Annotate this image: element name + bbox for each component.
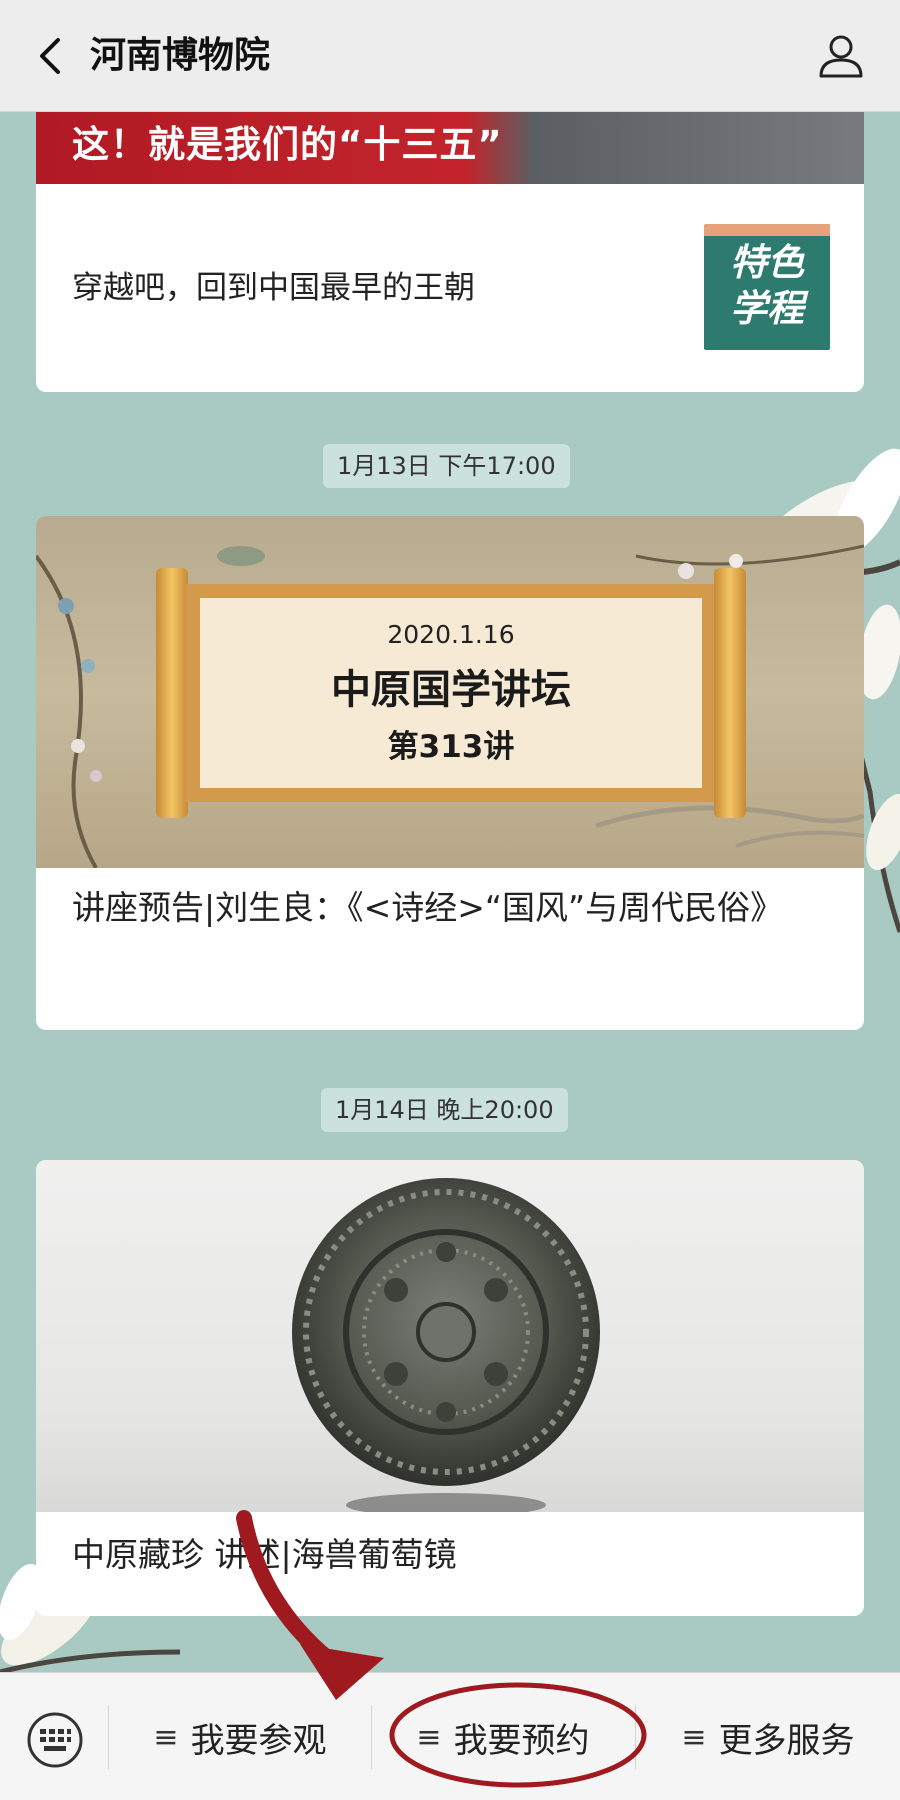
person-icon[interactable] bbox=[816, 30, 866, 80]
nav-bar: 河南博物院 bbox=[0, 0, 900, 112]
menu-label: 更多服务 bbox=[718, 1720, 855, 1761]
bronze-mirror-image[interactable] bbox=[36, 1160, 864, 1512]
page-title: 河南博物院 bbox=[90, 35, 271, 76]
message-feed[interactable]: 这！就是我们的“十三五” 穿越吧，回到中国最早的王朝 特色学程 1月13日 下午… bbox=[0, 112, 900, 1672]
article-list-item[interactable]: 穿越吧，回到中国最早的王朝 特色学程 bbox=[36, 184, 864, 392]
lecture-number: 第313讲 bbox=[387, 729, 515, 765]
article-title: 讲座预告|刘生良：《<诗经>“国风”与周代民俗》 bbox=[72, 888, 784, 927]
timestamp: 1月14日 晚上20:00 bbox=[321, 1088, 568, 1132]
article-thumbnail: 特色学程 bbox=[704, 224, 830, 350]
menu-label: 我要参观 bbox=[190, 1720, 327, 1761]
bronze-mirror-graphic bbox=[292, 1178, 600, 1512]
article-title: 中原藏珍 讲述|海兽葡萄镜 bbox=[72, 1535, 457, 1574]
scroll-graphic: 2020.1.16 中原国学讲坛 第313讲 bbox=[156, 568, 746, 818]
article-card-2[interactable]: 2020.1.16 中原国学讲坛 第313讲 讲座预告|刘生良：《<诗经>“国风… bbox=[36, 516, 864, 1030]
bottom-menu-bar: ≡ 我要参观 ≡ 我要预约 ≡ 更多服务 bbox=[0, 1672, 900, 1800]
article-banner-title: 这！就是我们的“十三五” bbox=[72, 123, 503, 166]
menu-list-icon: ≡ bbox=[681, 1719, 707, 1755]
menu-list-icon: ≡ bbox=[416, 1719, 442, 1755]
article-card-1[interactable]: 这！就是我们的“十三五” 穿越吧，回到中国最早的王朝 特色学程 bbox=[36, 112, 864, 392]
back-chevron-icon[interactable] bbox=[30, 34, 74, 78]
lecture-date: 2020.1.16 bbox=[387, 620, 515, 649]
menu-divider bbox=[108, 1705, 109, 1769]
lecture-cover-image[interactable]: 2020.1.16 中原国学讲坛 第313讲 bbox=[36, 516, 864, 868]
lecture-title: 中原国学讲坛 bbox=[331, 667, 571, 713]
timestamp: 1月13日 下午17:00 bbox=[323, 444, 570, 488]
menu-more-services[interactable]: ≡ 更多服务 bbox=[636, 1673, 900, 1800]
article-card-3[interactable]: 中原藏珍 讲述|海兽葡萄镜 bbox=[36, 1160, 864, 1616]
menu-visit[interactable]: ≡ 我要参观 bbox=[110, 1673, 370, 1800]
keyboard-icon[interactable] bbox=[26, 1711, 84, 1769]
thumbnail-label: 特色学程 bbox=[730, 241, 804, 330]
article-banner-image[interactable]: 这！就是我们的“十三五” bbox=[36, 112, 864, 184]
article-title: 穿越吧，回到中国最早的王朝 bbox=[72, 270, 475, 306]
menu-reservation[interactable]: ≡ 我要预约 bbox=[372, 1673, 634, 1800]
menu-list-icon: ≡ bbox=[153, 1719, 179, 1755]
menu-label: 我要预约 bbox=[453, 1720, 590, 1761]
